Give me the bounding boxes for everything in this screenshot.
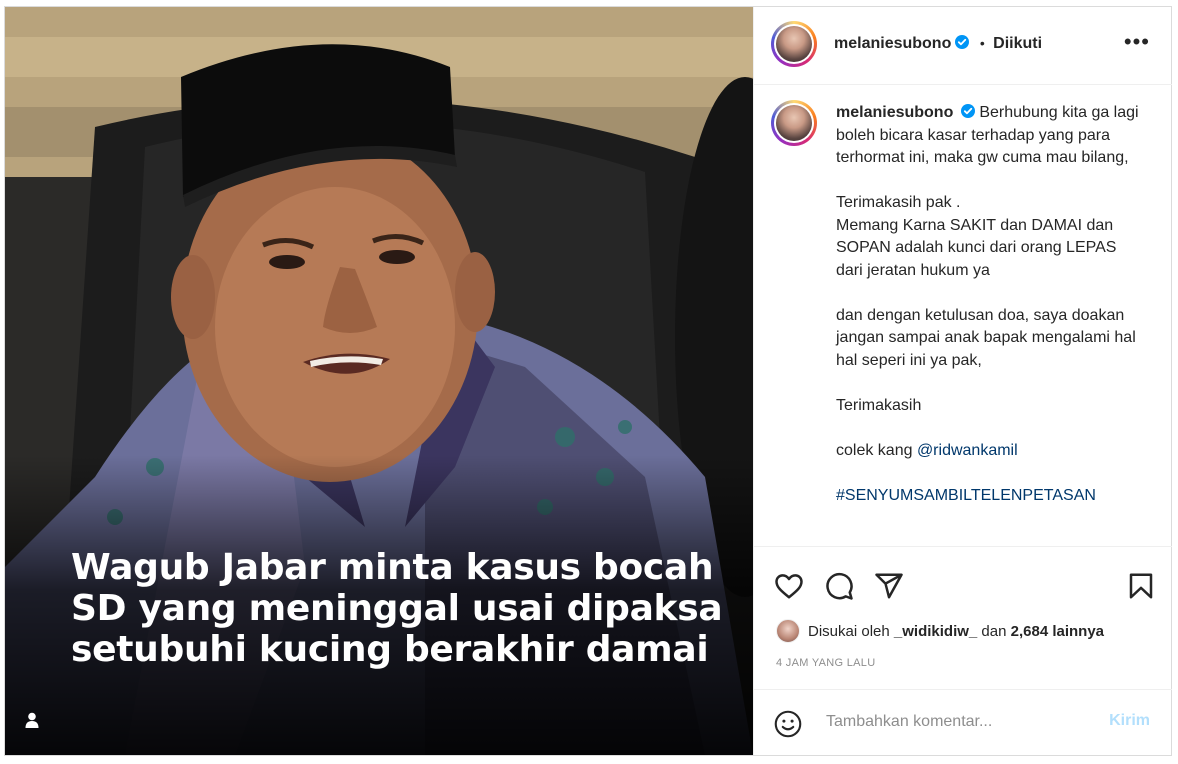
user-tag-icon[interactable] [25, 712, 51, 738]
likes-summary: Disukai oleh _widikidiw_ dan 2,684 lainn… [776, 619, 1104, 643]
image-headline: Wagub Jabar minta kasus bocah SD yang me… [71, 547, 723, 670]
caption-paragraph-4: Terimakasih [836, 396, 922, 414]
post-side-panel: melaniesubono • Diikuti ••• melaniesubon… [753, 7, 1172, 756]
hashtag-link[interactable]: #SENYUMSAMBILTELENPETASAN [836, 485, 1146, 508]
caption-paragraph-1: melaniesubono Berhubung kita ga lagi bole… [836, 102, 1146, 170]
more-options-icon[interactable]: ••• [1124, 31, 1150, 53]
likes-prefix: Disukai oleh [808, 622, 894, 640]
mention-prefix: colek kang [836, 441, 917, 459]
post-image[interactable]: Wagub Jabar minta kasus bocah SD yang me… [5, 7, 753, 755]
likes-middle: dan [977, 622, 1011, 640]
headline-line-1: Wagub Jabar minta kasus bocah [71, 547, 714, 588]
bookmark-icon[interactable] [1126, 571, 1156, 601]
caption-paragraph-3: dan dengan ketulusan doa, saya doakan ja… [836, 306, 1136, 369]
post-dialog: Wagub Jabar minta kasus bocah SD yang me… [4, 6, 1172, 756]
likes-count-link[interactable]: 2,684 lainnya [1011, 623, 1104, 640]
emoji-icon[interactable] [774, 710, 802, 738]
caption-username[interactable]: melaniesubono [836, 104, 953, 121]
caption-mention-line: colek kang @ridwankamil [836, 440, 1146, 463]
caption-text: melaniesubono Berhubung kita ga lagi bole… [836, 102, 1146, 507]
post-comment-button[interactable]: Kirim [1109, 712, 1150, 730]
verified-badge-icon [961, 104, 976, 118]
follow-status-button[interactable]: Diikuti [993, 35, 1042, 52]
caption-area: melaniesubono Berhubung kita ga lagi bole… [754, 84, 1172, 546]
author-username[interactable]: melaniesubono [834, 35, 951, 52]
header-separator: • [979, 35, 985, 51]
share-icon[interactable] [874, 571, 904, 601]
caption-avatar[interactable] [771, 100, 817, 146]
comment-input[interactable] [824, 712, 1078, 732]
comment-icon[interactable] [824, 571, 854, 601]
headline-line-2: SD yang meninggal usai dipaksa [71, 588, 723, 629]
heart-icon[interactable] [774, 571, 804, 601]
author-avatar[interactable] [771, 21, 817, 67]
headline-line-3: setubuhi kucing berakhir damai [71, 629, 709, 670]
liker-username[interactable]: _widikidiw_ [894, 623, 977, 640]
liker-avatar[interactable] [776, 619, 800, 643]
comment-form: Kirim [754, 689, 1172, 756]
post-timestamp[interactable]: 4 JAM YANG LALU [776, 657, 875, 669]
mention-link[interactable]: @ridwankamil [917, 442, 1018, 459]
verified-badge-icon [955, 35, 970, 49]
header-meta: melaniesubono • Diikuti [834, 35, 1042, 53]
post-header: melaniesubono • Diikuti ••• [754, 7, 1172, 85]
post-actions: Disukai oleh _widikidiw_ dan 2,684 lainn… [754, 546, 1172, 690]
caption-paragraph-2: Terimakasih pak . Memang Karna SAKIT dan… [836, 194, 1117, 279]
